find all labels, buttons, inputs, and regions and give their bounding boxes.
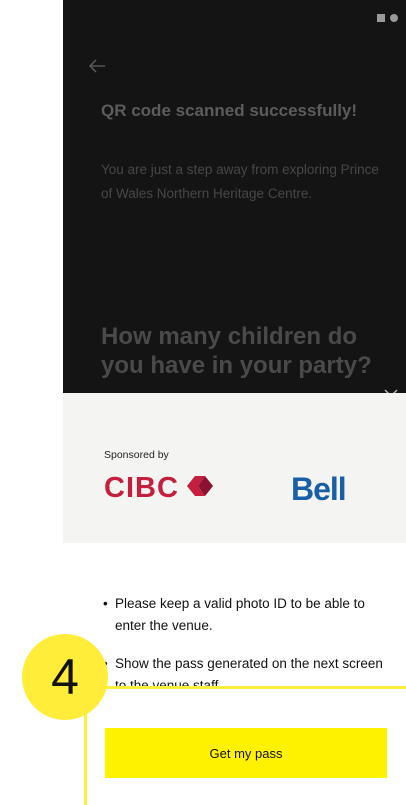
bell-logo: Bell xyxy=(291,471,347,507)
page-subtitle: You are just a step away from exploring … xyxy=(101,162,379,201)
action-bar: Get my pass xyxy=(63,686,406,805)
cibc-logo: CIBC xyxy=(104,472,215,505)
page-title: QR code scanned successfully! xyxy=(101,101,358,120)
back-arrow-icon[interactable] xyxy=(85,54,109,78)
highlight-line-horizontal xyxy=(88,686,406,689)
step-badge: 4 xyxy=(22,634,108,720)
cibc-logo-icon xyxy=(185,474,215,503)
battery-icon xyxy=(390,14,398,22)
sponsor-label: Sponsored by xyxy=(104,449,169,461)
get-my-pass-button[interactable]: Get my pass xyxy=(105,728,387,778)
cibc-wordmark: CIBC xyxy=(104,472,179,504)
phone-screen: QR code scanned successfully! You are ju… xyxy=(63,0,406,805)
signal-icon xyxy=(377,14,385,22)
sponsor-banner: Sponsored by CIBC Bell xyxy=(63,393,406,543)
list-item: Please keep a valid photo ID to be able … xyxy=(103,593,393,637)
scan-result-panel: QR code scanned successfully! You are ju… xyxy=(63,0,406,403)
status-bar xyxy=(377,14,398,22)
children-question: How many children do you have in your pa… xyxy=(101,323,372,379)
